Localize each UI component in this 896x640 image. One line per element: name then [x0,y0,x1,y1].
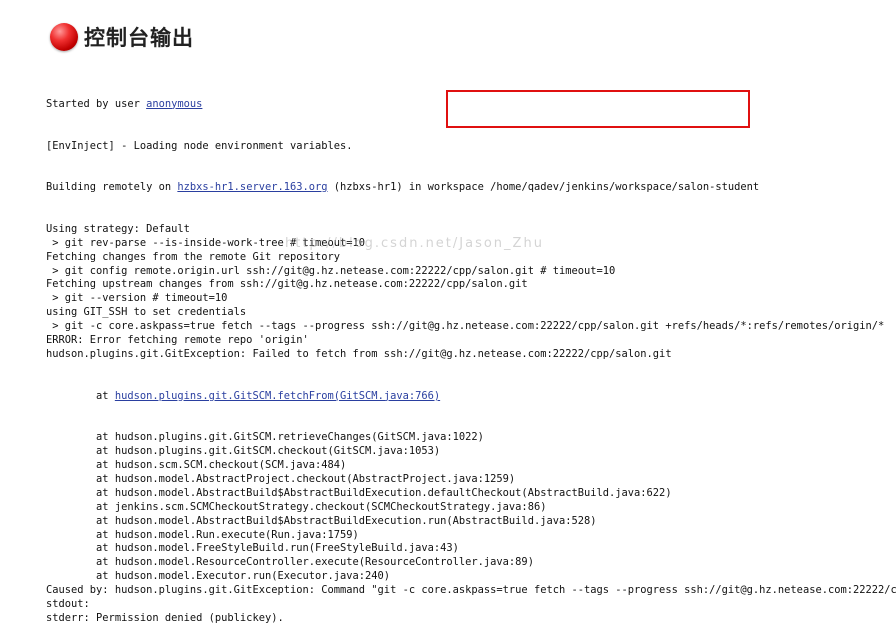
console-line: Caused by: hudson.plugins.git.GitExcepti… [46,584,896,597]
console-line: hudson.plugins.git.GitException: Failed … [46,347,672,360]
console-line: > git config remote.origin.url ssh://git… [46,264,616,277]
red-ball-icon [50,23,78,51]
console-line: at hudson.plugins.git.GitSCM.checkout(Gi… [46,445,441,458]
console-lines-group-b: at hudson.plugins.git.GitSCM.retrieveCha… [46,431,896,625]
console-line-building: Building remotely on hzbxs-hr1.server.16… [46,181,760,194]
console-line: ERROR: Error fetching remote repo 'origi… [46,334,309,347]
console-line: at hudson.model.AbstractBuild$AbstractBu… [46,486,672,499]
console-line: using GIT_SSH to set credentials [46,306,247,319]
console-line: at hudson.scm.SCM.checkout(SCM.java:484) [46,459,347,472]
console-line: Fetching upstream changes from ssh://git… [46,278,528,291]
highlight-box [446,90,750,128]
console-lines-group-a: Using strategy: Default > git rev-parse … [46,223,896,362]
console-line: at hudson.model.ResourceController.execu… [46,556,534,569]
user-link[interactable]: anonymous [146,98,202,110]
console-line: at hudson.plugins.git.GitSCM.retrieveCha… [46,431,484,444]
console-line: stdout: [46,598,90,611]
console-line: at hudson.model.AbstractProject.checkout… [46,473,516,486]
console-line: > git --version # timeout=10 [46,292,228,305]
node-link[interactable]: hzbxs-hr1.server.163.org [177,181,327,193]
console-line: > git rev-parse --is-inside-work-tree # … [46,236,366,249]
console-line: at hudson.model.Executor.run(Executor.ja… [46,570,391,583]
page-header: 控制台输出 [50,20,194,54]
console-output: Started by user anonymous [EnvInject] - … [46,70,896,640]
console-line: at hudson.model.AbstractBuild$AbstractBu… [46,514,597,527]
console-line: Using strategy: Default [46,222,190,235]
console-line: > git -c core.askpass=true fetch --tags … [46,320,885,333]
console-line-envinject: [EnvInject] - Loading node environment v… [46,139,353,152]
page-title: 控制台输出 [84,26,194,50]
console-line: at hudson.model.FreeStyleBuild.run(FreeS… [46,542,459,555]
console-line: Fetching changes from the remote Git rep… [46,250,341,263]
console-line: stderr: Permission denied (publickey). [46,611,284,624]
console-line-stack-first: at hudson.plugins.git.GitSCM.fetchFrom(G… [46,389,441,402]
console-line: at hudson.model.Run.execute(Run.java:175… [46,528,359,541]
console-line: at jenkins.scm.SCMCheckoutStrategy.check… [46,500,547,513]
stack-trace-link[interactable]: hudson.plugins.git.GitSCM.fetchFrom(GitS… [115,390,440,402]
